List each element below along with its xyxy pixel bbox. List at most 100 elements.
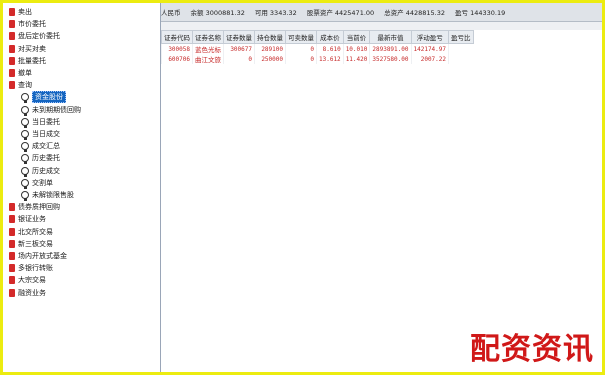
- stamp-icon: [21, 178, 29, 189]
- stamp-icon: [21, 130, 29, 140]
- red-square-icon: [9, 203, 15, 212]
- table-cell: 11.420: [342, 54, 370, 64]
- stamp-icon: [21, 166, 29, 177]
- red-square-icon: [9, 20, 15, 29]
- tree-item[interactable]: 交割单: [21, 177, 53, 189]
- table-cell: 142174.97: [410, 43, 449, 54]
- table-cell: 250000: [254, 54, 286, 64]
- stamp-icon: [21, 191, 29, 201]
- column-header[interactable]: 证券代码: [161, 30, 193, 44]
- stamp-icon: [21, 142, 29, 153]
- tree-item-label: 盘后定价委托: [18, 32, 60, 41]
- tree-item[interactable]: 批量委托: [9, 55, 46, 67]
- red-square-icon: [9, 227, 15, 236]
- column-header[interactable]: 成本价: [316, 30, 344, 44]
- table-cell: 0: [285, 43, 317, 54]
- profit-loss-value: 盈亏 144330.19: [455, 9, 506, 17]
- available-value: 可用 3343.32: [254, 9, 297, 17]
- tree-item-label: 历史委托: [32, 154, 60, 163]
- tree-item-label: 当日委托: [32, 117, 60, 126]
- app-window: 卖出 市价委托 盘后定价委托 对买对卖 批量委托 撤单 查询 资金股份 未到期期债回购 当日委托当…: [3, 3, 602, 372]
- red-square-icon: [9, 44, 15, 53]
- stock-assets-value: 股票资产 4425471.00: [306, 9, 375, 17]
- stamp-icon: [21, 117, 29, 128]
- table-cell: 289100: [254, 43, 286, 54]
- table-cell: 8.610: [316, 43, 344, 54]
- tree-item-label: 融资业务: [18, 288, 46, 297]
- column-header[interactable]: 持仓数量: [254, 30, 286, 44]
- red-square-icon: [9, 8, 15, 16]
- tree-item[interactable]: 场内开放式基金: [9, 250, 67, 262]
- tree-item[interactable]: 新三板交易: [9, 238, 53, 250]
- total-assets-value: 总资产 4428815.32: [384, 9, 446, 17]
- table-row[interactable]: 600706 曲江文旅 0 250000 0 13.612 11.420 3527580.00…: [161, 54, 474, 64]
- tree-item[interactable]: 撤单: [9, 67, 32, 79]
- tree-item[interactable]: 卖出: [9, 6, 32, 18]
- main-panel: 人民币 余额 3000881.32 可用 3343.32 股票资产 442547…: [161, 3, 602, 372]
- tree-item[interactable]: 资金股份: [21, 91, 66, 104]
- tree-item-label: 成交汇总: [32, 142, 60, 151]
- tree-item-label: 债券质押回购: [18, 203, 60, 212]
- column-header[interactable]: 盈亏比: [448, 30, 474, 44]
- red-square-icon: [9, 288, 15, 297]
- tree-item-label: 交割单: [32, 178, 53, 187]
- tree-item[interactable]: 当日成交: [21, 128, 60, 140]
- tree-item[interactable]: 银证业务: [9, 213, 46, 225]
- table-cell: 2007.22: [410, 54, 449, 64]
- red-square-icon: [9, 264, 15, 273]
- balance-value: 余额 3000881.32: [190, 9, 245, 17]
- red-square-icon: [9, 239, 15, 248]
- tree-item[interactable]: 历史成交: [21, 165, 60, 177]
- table-cell: 0: [285, 54, 317, 64]
- tree-item[interactable]: 未解锁限售股: [21, 189, 74, 201]
- tree-item[interactable]: 历史委托: [21, 152, 60, 165]
- red-square-icon: [9, 32, 15, 41]
- holdings-grid[interactable]: 证券代码 证券名称 证券数量 持仓数量 可卖数量 成本价 当前价 最新市值 浮动盈亏 盈亏比 30…: [161, 30, 602, 64]
- tree-item-label: 卖出: [18, 8, 32, 16]
- table-cell: [448, 54, 474, 64]
- tree-item[interactable]: 多银行转账: [9, 262, 53, 274]
- column-header[interactable]: 浮动盈亏: [410, 30, 450, 44]
- table-cell: 10.010: [342, 43, 370, 54]
- toolbar-strip: [161, 22, 602, 30]
- table-cell: 曲江文旅: [192, 54, 224, 64]
- tree-item[interactable]: 查询: [9, 79, 32, 91]
- tree-item-label: 场内开放式基金: [18, 252, 67, 260]
- tree-item[interactable]: 盘后定价委托: [9, 30, 60, 42]
- red-square-icon: [9, 56, 15, 65]
- tree-item-label: 历史成交: [32, 166, 60, 175]
- tree-item[interactable]: 当日委托: [21, 116, 60, 128]
- red-square-icon: [9, 81, 15, 90]
- table-cell: [448, 43, 474, 54]
- column-header[interactable]: 证券名称: [192, 30, 224, 44]
- watermark-logo: 配资资讯: [470, 332, 594, 367]
- table-cell: 0: [223, 54, 255, 64]
- tree-item-label: 大宗交易: [18, 276, 46, 285]
- tree-item[interactable]: 成交汇总: [21, 140, 60, 153]
- column-header[interactable]: 当前价: [342, 30, 371, 44]
- red-square-icon: [9, 252, 15, 260]
- column-header[interactable]: 证券数量: [223, 30, 255, 44]
- table-row[interactable]: 300058 蓝色光标 300677 289100 0 8.610 10.010 289389…: [161, 43, 474, 54]
- column-header[interactable]: 可卖数量: [285, 30, 317, 44]
- tree-item-label: 多银行转账: [18, 264, 53, 273]
- tree-item[interactable]: 债券质押回购: [9, 201, 60, 213]
- table-cell: 2893891.00: [369, 43, 411, 54]
- tree-item[interactable]: 大宗交易: [9, 274, 46, 286]
- tree-item-label: 银证业务: [18, 215, 46, 224]
- tree-item[interactable]: 融资业务: [9, 287, 46, 299]
- tree-item[interactable]: 未到期期债回购: [21, 104, 81, 116]
- function-tree: 卖出市价委托盘后定价委托对买对卖 批量委托撤单查询 资金股份 未到期期债回购 当日委托当…: [3, 3, 161, 372]
- tree-item[interactable]: 对买对卖: [9, 43, 46, 55]
- table-cell: 600706: [161, 54, 193, 64]
- tree-item[interactable]: 北交所交易: [9, 226, 53, 238]
- tree-item-label: 批量委托: [18, 56, 46, 65]
- tree-item-label: 市价委托: [18, 20, 46, 29]
- tree-item-label: 查询: [18, 81, 32, 90]
- red-square-icon: [9, 215, 15, 224]
- column-header[interactable]: 最新市值: [369, 30, 412, 44]
- tree-item-label: 新三板交易: [18, 239, 53, 248]
- table-cell: 蓝色光标: [192, 43, 224, 54]
- tree-item[interactable]: 市价委托: [9, 18, 46, 30]
- table-cell: 300058: [161, 43, 193, 54]
